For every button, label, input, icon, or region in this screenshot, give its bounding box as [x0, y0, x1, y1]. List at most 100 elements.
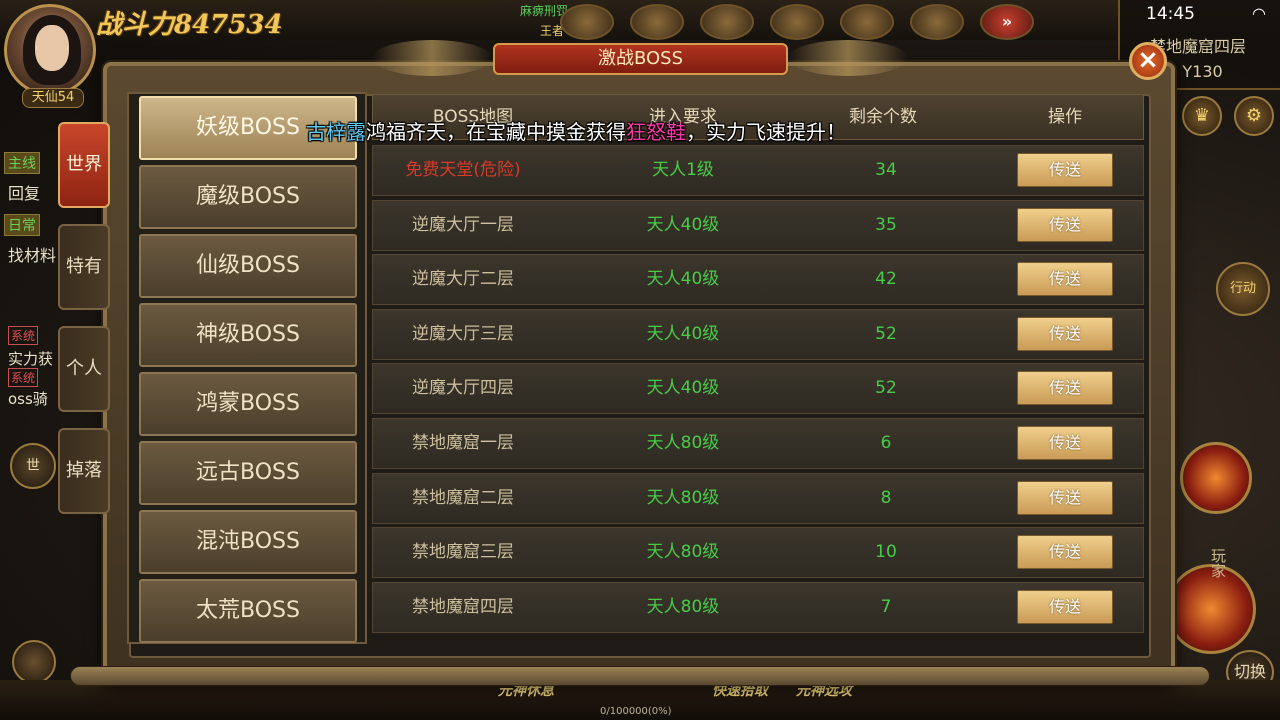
table-row: 免费天堂(危险) 天人1级 34 传送 — [372, 145, 1144, 196]
cell-remaining-count: 7 — [880, 596, 892, 617]
table-row: 禁地魔窟一层 天人80级 6 传送 — [372, 418, 1144, 469]
system-tag-2: 系统 — [8, 368, 39, 387]
boss-map-table[interactable]: BOSS地图 进入要求 剩余个数 操作 免费天堂(危险) 天人1级 34 传送 逆魔大厅… — [372, 94, 1144, 646]
experience-text: 0/100000(0%) — [600, 706, 672, 717]
teleport-button[interactable]: 传送 — [1017, 207, 1113, 242]
category-taihuang-boss[interactable]: 太荒BOSS — [139, 579, 357, 643]
cell-requirement: 天人40级 — [646, 378, 720, 399]
trophy-icon[interactable]: ♛ — [1182, 96, 1222, 136]
world-chat-button[interactable]: 世 — [10, 443, 56, 489]
mount-icon[interactable] — [12, 640, 56, 684]
cell-boss-map: 免费天堂(危险) — [405, 160, 521, 180]
cell-requirement: 天人40级 — [646, 214, 720, 235]
cell-boss-map: 禁地魔窟二层 — [412, 487, 514, 508]
dialog-title: 激战BOSS — [493, 43, 788, 75]
expand-arrow-icon[interactable]: » — [980, 4, 1034, 40]
tab-special[interactable]: 特有 — [58, 224, 110, 310]
cell-boss-map: 逆魔大厅一层 — [412, 214, 514, 235]
tab-personal[interactable]: 个人 — [58, 326, 110, 412]
category-devil-boss[interactable]: 魔级BOSS — [139, 165, 357, 229]
player-tag: 玩家 — [1209, 548, 1227, 578]
teleport-button[interactable]: 传送 — [1017, 589, 1113, 624]
table-row: 禁地魔窟二层 天人80级 8 传送 — [372, 472, 1144, 524]
title-right-ornament — [788, 40, 908, 76]
activity-icon-3[interactable] — [700, 4, 754, 40]
cell-boss-map: 禁地魔窟三层 — [412, 542, 514, 563]
chat-line-2: oss骑 — [8, 390, 48, 408]
category-god-boss[interactable]: 神级BOSS — [139, 303, 357, 367]
settings-gear-icon[interactable]: ⚙ — [1234, 96, 1274, 136]
table-row: 逆魔大厅三层 天人40级 52 传送 — [372, 308, 1144, 360]
cell-boss-map: 逆魔大厅二层 — [412, 269, 514, 290]
announcement-text-1: 鸿福齐天，在宝藏中摸金获得 — [366, 120, 626, 144]
cell-requirement: 天人80级 — [646, 542, 720, 563]
cell-requirement: 天人40级 — [646, 323, 720, 344]
cell-requirement: 天人40级 — [646, 269, 720, 290]
wifi-icon: ◠ — [1252, 4, 1266, 23]
cell-remaining-count: 35 — [875, 214, 897, 235]
palace-icon[interactable] — [630, 4, 684, 40]
category-chaos-boss[interactable]: 混沌BOSS — [139, 510, 357, 574]
system-tag-1: 系统 — [8, 326, 39, 345]
main-quest-text[interactable]: 回复 — [8, 180, 40, 204]
player-level-badge: 天仙54 — [22, 88, 84, 108]
cell-boss-map: 逆魔大厅四层 — [412, 378, 514, 399]
cell-boss-map: 禁地魔窟四层 — [412, 596, 514, 617]
cell-remaining-count: 42 — [875, 269, 897, 290]
announcement-player[interactable]: 古梓露 — [306, 120, 366, 144]
cell-boss-map: 逆魔大厅三层 — [412, 323, 514, 344]
cell-requirement: 天人80级 — [646, 487, 720, 508]
table-row: 禁地魔窟四层 天人80级 7 传送 — [372, 581, 1144, 633]
header-action: 操作 — [1048, 107, 1082, 127]
table-row: 逆魔大厅四层 天人40级 52 传送 — [372, 363, 1144, 415]
teleport-button[interactable]: 传送 — [1017, 371, 1113, 406]
daily-quest-text[interactable]: 找材料 — [8, 242, 56, 266]
cell-remaining-count: 8 — [880, 487, 892, 508]
cell-remaining-count: 34 — [875, 160, 897, 180]
treasure-icon[interactable] — [770, 4, 824, 40]
clock-text: 14:45 — [1146, 4, 1195, 24]
activity-icon-6[interactable] — [910, 4, 964, 40]
daily-quest-tag: 日常 — [4, 214, 40, 236]
announcement-banner: 古梓露鸿福齐天，在宝藏中摸金获得狂怒鞋，实力飞速提升！ — [306, 116, 846, 145]
table-row: 逆魔大厅二层 天人40级 42 传送 — [372, 254, 1144, 306]
teleport-button[interactable]: 传送 — [1017, 480, 1113, 515]
combat-power-text: 战斗力847534 — [96, 10, 283, 40]
main-quest-tag: 主线 — [4, 152, 40, 174]
teleport-button[interactable]: 传送 — [1017, 316, 1113, 351]
cell-remaining-count: 6 — [880, 433, 892, 453]
announcement-item[interactable]: 狂怒鞋 — [626, 120, 686, 144]
fire-skill-icon[interactable] — [1180, 442, 1252, 514]
teleport-button[interactable]: 传送 — [1017, 535, 1113, 570]
cell-remaining-count: 10 — [875, 542, 897, 563]
table-row: 逆魔大厅一层 天人40级 35 传送 — [372, 199, 1144, 251]
dialog-bottom-frame — [70, 666, 1210, 686]
teleport-button[interactable]: 传送 — [1017, 426, 1113, 460]
cell-boss-map: 禁地魔窟一层 — [412, 433, 514, 453]
tab-world[interactable]: 世界 — [58, 122, 110, 208]
cell-remaining-count: 52 — [875, 378, 897, 399]
cell-requirement: 天人80级 — [646, 596, 720, 617]
action-badge-icon[interactable]: 行动 — [1216, 262, 1270, 316]
category-hongmeng-boss[interactable]: 鸿蒙BOSS — [139, 372, 357, 436]
teleport-button[interactable]: 传送 — [1017, 153, 1113, 187]
cell-requirement: 天人1级 — [652, 160, 714, 180]
announcement-text-2: ，实力飞速提升！ — [686, 120, 846, 144]
cell-remaining-count: 52 — [875, 323, 897, 344]
boss-category-list: 妖级BOSS 魔级BOSS 仙级BOSS 神级BOSS 鸿蒙BOSS 远古BOS… — [127, 92, 367, 644]
table-row: 禁地魔窟三层 天人80级 10 传送 — [372, 527, 1144, 579]
temple-icon[interactable] — [840, 4, 894, 40]
close-icon: × — [1137, 45, 1159, 75]
top-activity-icons: » — [560, 4, 1034, 40]
tab-drops[interactable]: 掉落 — [58, 428, 110, 514]
activity-icon-1[interactable] — [560, 4, 614, 40]
cell-requirement: 天人80级 — [646, 433, 720, 453]
title-left-ornament — [372, 40, 492, 76]
category-ancient-boss[interactable]: 远古BOSS — [139, 441, 357, 505]
close-button[interactable]: × — [1129, 42, 1167, 80]
category-immortal-boss[interactable]: 仙级BOSS — [139, 234, 357, 298]
chat-line-1: 实力获 — [8, 350, 54, 368]
teleport-button[interactable]: 传送 — [1017, 262, 1113, 297]
player-avatar[interactable] — [4, 4, 96, 96]
avatar-face — [35, 25, 69, 71]
